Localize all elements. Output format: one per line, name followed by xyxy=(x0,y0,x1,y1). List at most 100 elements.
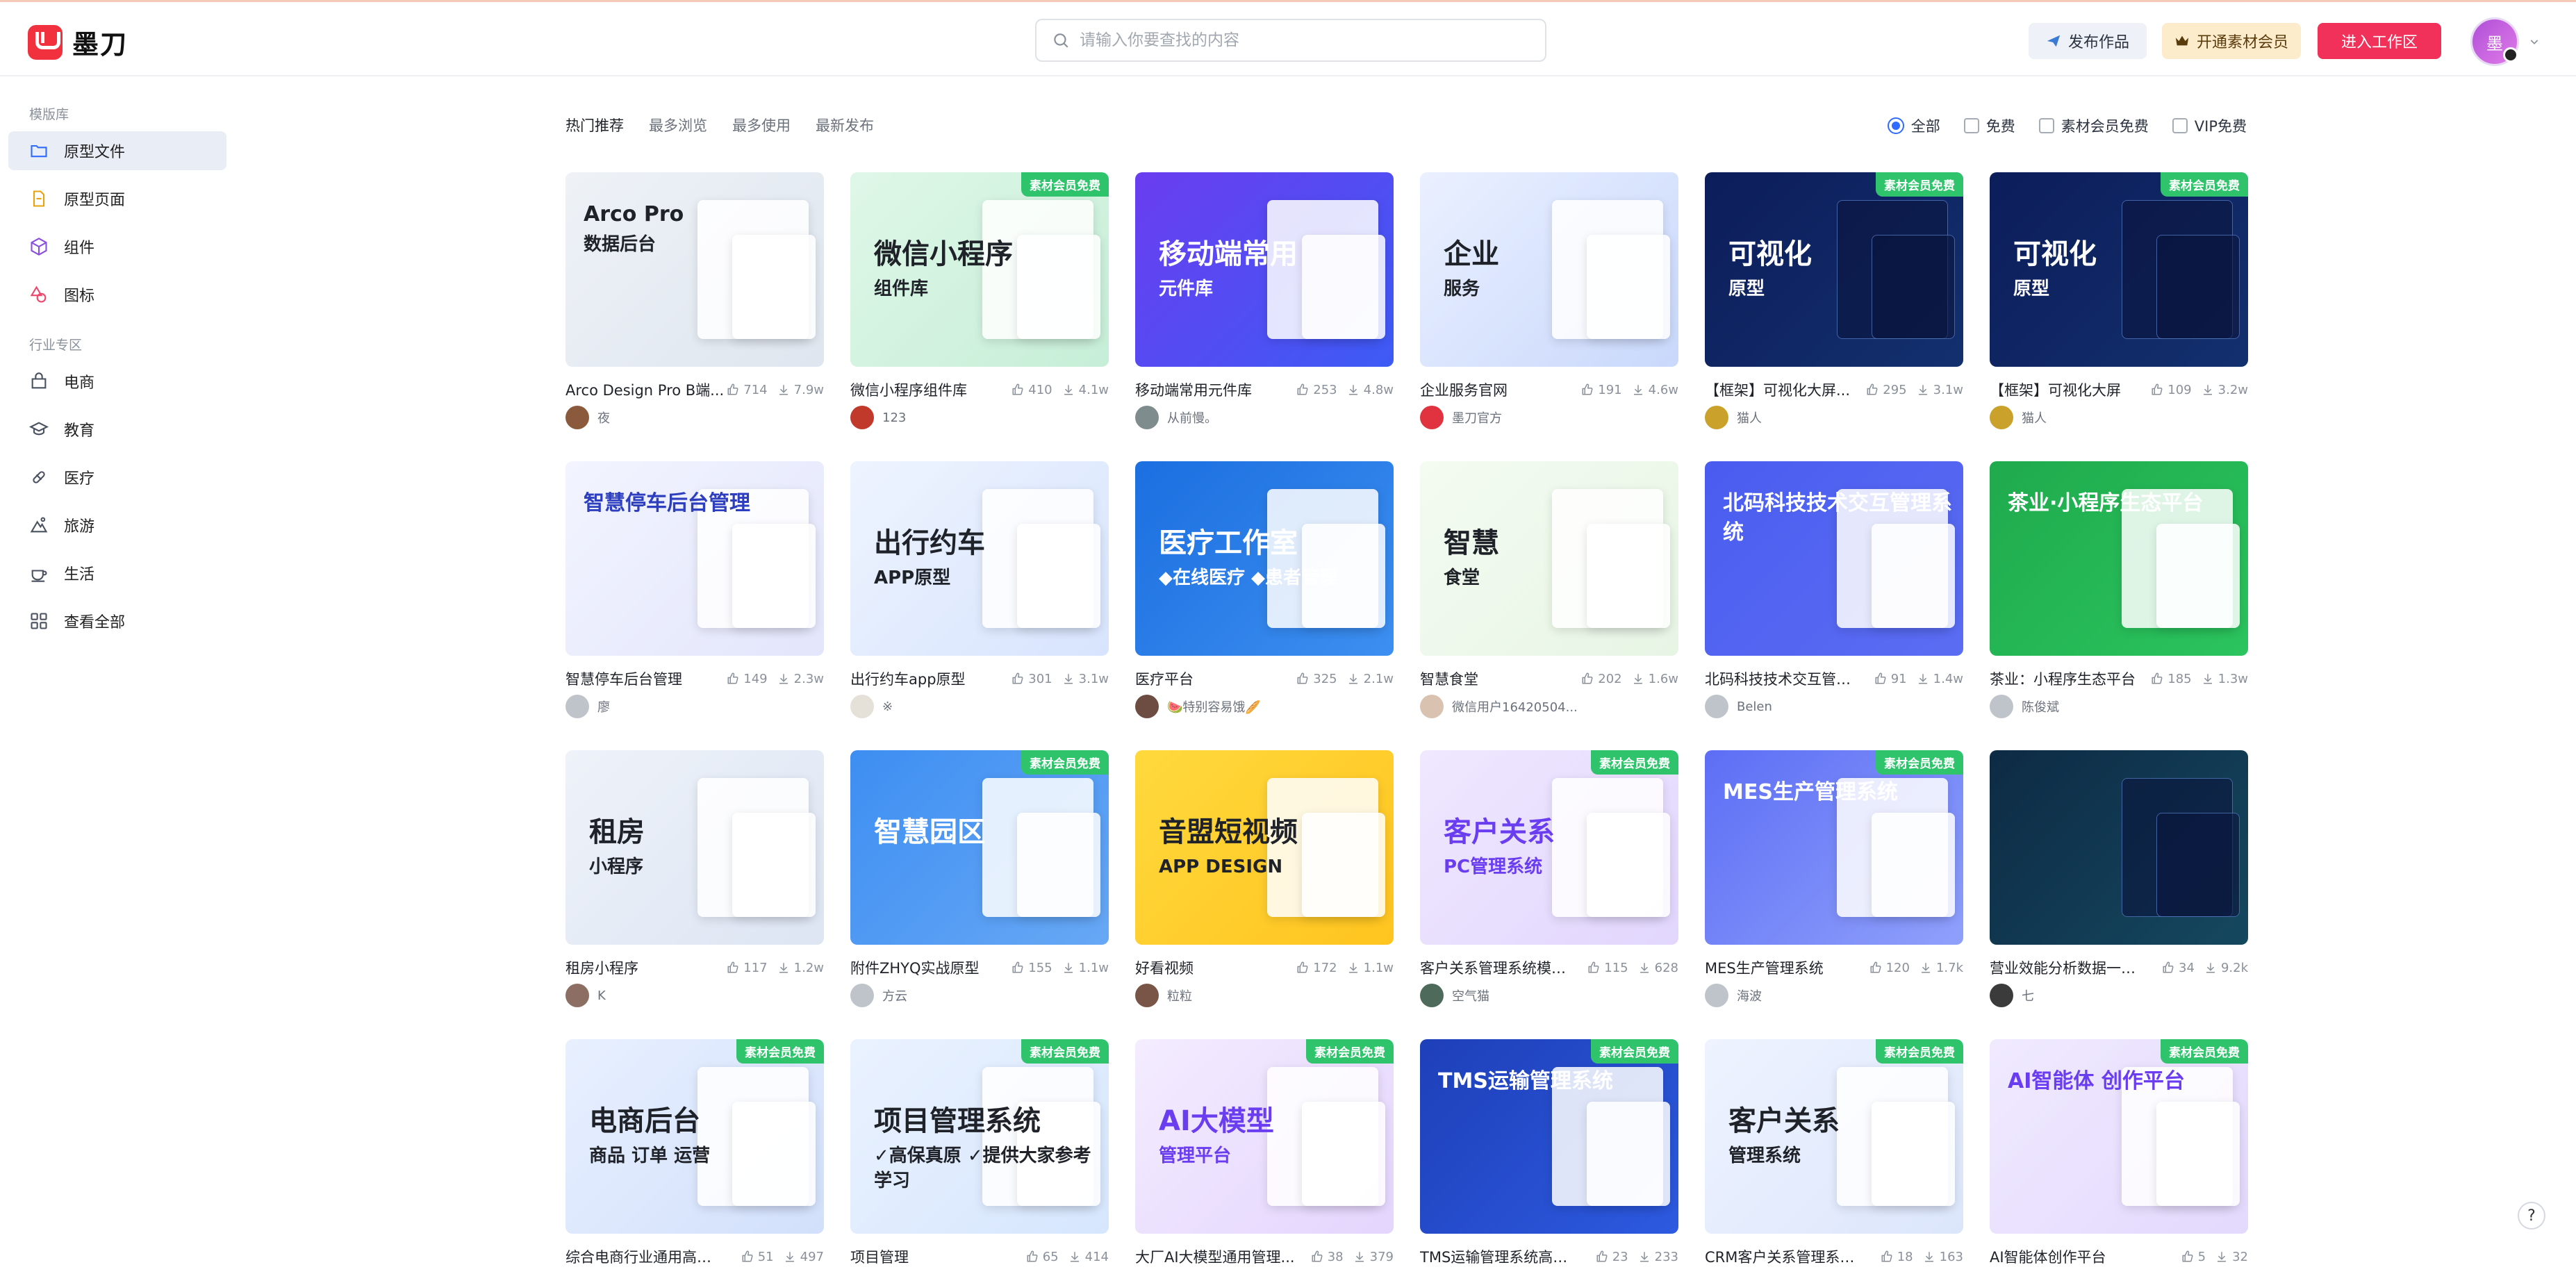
filter-vip-free[interactable]: VIP免费 xyxy=(2172,115,2247,136)
card-title[interactable]: 北码科技技术交互管理... xyxy=(1705,668,1865,689)
card-author[interactable]: 陈俊斌 xyxy=(1990,695,2248,718)
author-name[interactable]: 墨刀官方 xyxy=(1452,408,1502,427)
tab-most-used[interactable]: 最多使用 xyxy=(732,115,791,135)
template-card[interactable]: 客户关系 PC管理系统 素材会员免费 客户关系管理系统模板... 115 628 空气猫 xyxy=(1420,750,1678,1021)
card-title[interactable]: MES生产管理系统 xyxy=(1705,957,1824,978)
card-thumbnail[interactable]: 企业 服务 xyxy=(1420,172,1678,367)
card-thumbnail[interactable]: TMS运输管理系统 素材会员免费 xyxy=(1420,1039,1678,1234)
card-thumbnail[interactable]: 智慧停车后台管理 xyxy=(565,461,824,656)
filter-vip-free-checkbox[interactable] xyxy=(2172,118,2188,133)
template-card[interactable]: 企业 服务 企业服务官网 191 4.6w 墨刀官方 xyxy=(1420,172,1678,443)
sidebar-item-life[interactable]: 生活 xyxy=(8,554,226,593)
template-card[interactable]: MES生产管理系统 素材会员免费 MES生产管理系统 120 1.7k 海波 xyxy=(1705,750,1963,1021)
thumbs-up-icon[interactable] xyxy=(1012,383,1024,396)
sidebar-item-education[interactable]: 教育 xyxy=(8,410,226,449)
template-card[interactable]: 电商后台 商品 订单 运营 素材会员免费 综合电商行业通用高保... 51 497 xyxy=(565,1039,824,1274)
author-avatar[interactable] xyxy=(1420,695,1444,718)
thumbs-up-icon[interactable] xyxy=(1296,383,1309,396)
card-thumbnail[interactable]: 可视化 原型 素材会员免费 xyxy=(1990,172,2248,367)
template-card[interactable]: 移动端常用 元件库 移动端常用元件库 253 4.8w 从前慢。 xyxy=(1135,172,1394,443)
thumbs-up-icon[interactable] xyxy=(2151,672,2163,685)
card-author[interactable]: 猫人 xyxy=(1990,406,2248,429)
card-author[interactable]: 空气猫 xyxy=(1420,984,1678,1007)
card-thumbnail[interactable]: 租房 小程序 xyxy=(565,750,824,945)
tab-newest[interactable]: 最新发布 xyxy=(816,115,874,135)
template-card[interactable]: Arco Pro 数据后台 Arco Design Pro B端... 714 7.9w… xyxy=(565,172,824,443)
author-avatar[interactable] xyxy=(1705,984,1728,1007)
template-card[interactable]: 茶业·小程序生态平台 茶业：小程序生态平台 185 1.3w 陈俊斌 xyxy=(1990,461,2248,732)
author-avatar[interactable] xyxy=(565,695,589,718)
filter-all[interactable]: 全部 xyxy=(1887,115,1940,136)
card-thumbnail[interactable]: 音盟短视频 APP DESIGN xyxy=(1135,750,1394,945)
thumbs-up-icon[interactable] xyxy=(2181,1250,2194,1263)
publish-button[interactable]: 发布作品 xyxy=(2029,23,2147,59)
card-title[interactable]: 租房小程序 xyxy=(565,957,638,978)
author-name[interactable]: 猫人 xyxy=(2022,408,2047,427)
card-title[interactable]: 【框架】可视化大屏 xyxy=(1990,379,2121,400)
author-name[interactable]: K xyxy=(597,988,606,1003)
author-avatar[interactable] xyxy=(1420,984,1444,1007)
card-author[interactable]: 墨刀官方 xyxy=(1420,406,1678,429)
card-title[interactable]: 大厂AI大模型通用管理... xyxy=(1135,1246,1295,1267)
author-avatar[interactable] xyxy=(1990,406,2013,429)
card-author[interactable]: 微信用户16420504... xyxy=(1420,695,1678,718)
card-author[interactable]: 廖 xyxy=(565,695,824,718)
author-avatar[interactable] xyxy=(850,695,874,718)
card-author[interactable]: 方云 xyxy=(850,984,1109,1007)
thumbs-up-icon[interactable] xyxy=(1012,961,1024,974)
card-thumbnail[interactable]: 电商后台 商品 订单 运营 素材会员免费 xyxy=(565,1039,824,1234)
card-title[interactable]: 客户关系管理系统模板... xyxy=(1420,957,1580,978)
author-name[interactable]: 从前慢。 xyxy=(1167,408,1217,427)
author-name[interactable]: ※ xyxy=(882,700,893,714)
template-card[interactable]: 可视化 原型 素材会员免费 【框架】可视化大屏 109 3.2w 猫人 xyxy=(1990,172,2248,443)
author-name[interactable]: 廖 xyxy=(597,697,610,715)
card-title[interactable]: 出行约车app原型 xyxy=(850,668,966,689)
template-card[interactable]: 智慧 食堂 智慧食堂 202 1.6w 微信用户16420504... xyxy=(1420,461,1678,732)
card-author[interactable]: 海波 xyxy=(1705,984,1963,1007)
thumbs-up-icon[interactable] xyxy=(1012,672,1024,685)
card-author[interactable]: 猫人 xyxy=(1705,406,1963,429)
thumbs-up-icon[interactable] xyxy=(1296,672,1309,685)
author-name[interactable]: 123 xyxy=(882,411,906,425)
author-name[interactable]: 🍉特别容易饿🥖 xyxy=(1167,697,1261,715)
thumbs-up-icon[interactable] xyxy=(1581,383,1594,396)
author-avatar[interactable] xyxy=(1990,984,2013,1007)
author-name[interactable]: 猫人 xyxy=(1737,408,1762,427)
author-name[interactable]: 方云 xyxy=(882,986,907,1004)
template-card[interactable]: TMS运输管理系统 素材会员免费 TMS运输管理系统高保... 23 233 xyxy=(1420,1039,1678,1274)
card-title[interactable]: 企业服务官网 xyxy=(1420,379,1508,400)
sidebar-item-icons[interactable]: 图标 xyxy=(8,275,226,314)
card-title[interactable]: AI智能体创作平台 xyxy=(1990,1246,2106,1267)
thumbs-up-icon[interactable] xyxy=(1587,961,1600,974)
template-card[interactable]: 客户关系 管理系统 素材会员免费 CRM客户关系管理系统... 18 163 xyxy=(1705,1039,1963,1274)
sidebar-item-prototype-files[interactable]: 原型文件 xyxy=(8,131,226,170)
card-thumbnail[interactable]: 客户关系 管理系统 素材会员免费 xyxy=(1705,1039,1963,1234)
card-title[interactable]: 智慧停车后台管理 xyxy=(565,668,682,689)
card-thumbnail[interactable]: 项目管理系统 ✓高保真原 ✓提供大家参考学习 素材会员免费 xyxy=(850,1039,1109,1234)
author-avatar[interactable] xyxy=(1705,406,1728,429)
card-title[interactable]: 营业效能分析数据一张... xyxy=(1990,957,2149,978)
card-author[interactable]: K xyxy=(565,984,824,1007)
card-thumbnail[interactable]: 北码科技技术交互管理系统 xyxy=(1705,461,1963,656)
thumbs-up-icon[interactable] xyxy=(741,1250,754,1263)
card-title[interactable]: 医疗平台 xyxy=(1135,668,1194,689)
card-thumbnail[interactable]: AI大模型 管理平台 素材会员免费 xyxy=(1135,1039,1394,1234)
card-title[interactable]: 综合电商行业通用高保... xyxy=(565,1246,725,1267)
filter-material-free-checkbox[interactable] xyxy=(2038,118,2054,133)
thumbs-up-icon[interactable] xyxy=(1874,672,1887,685)
card-thumbnail[interactable]: 出行约车 APP原型 xyxy=(850,461,1109,656)
help-button[interactable]: ? xyxy=(2518,1202,2545,1230)
thumbs-up-icon[interactable] xyxy=(1296,961,1309,974)
author-name[interactable]: 夜 xyxy=(597,408,610,427)
filter-material-free[interactable]: 素材会员免费 xyxy=(2038,115,2149,136)
card-thumbnail[interactable]: 客户关系 PC管理系统 素材会员免费 xyxy=(1420,750,1678,945)
template-card[interactable]: 可视化 原型 素材会员免费 【框架】可视化大屏... 295 3.1w 猫人 xyxy=(1705,172,1963,443)
filter-all-radio[interactable] xyxy=(1887,117,1904,134)
card-author[interactable]: 🍉特别容易饿🥖 xyxy=(1135,695,1394,718)
thumbs-up-icon[interactable] xyxy=(2151,383,2163,396)
author-name[interactable]: 微信用户16420504... xyxy=(1452,697,1578,715)
author-avatar[interactable] xyxy=(1135,984,1159,1007)
filter-free-checkbox[interactable] xyxy=(1963,118,1979,133)
search-input[interactable] xyxy=(1080,31,1524,49)
template-card[interactable]: 音盟短视频 APP DESIGN 好看视频 172 1.1w 粒粒 xyxy=(1135,750,1394,1021)
